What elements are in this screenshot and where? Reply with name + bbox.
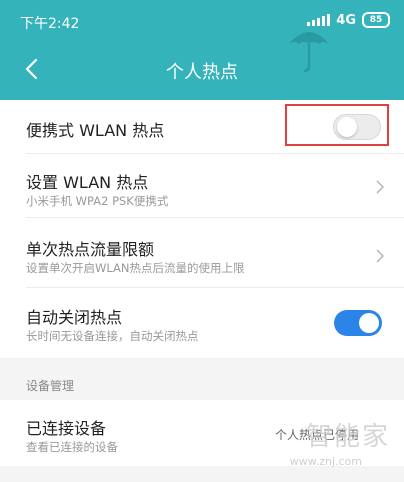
setup-hotspot-subtitle: 小米手机 WPA2 PSK便携式 [26,194,169,208]
setup-hotspot-row[interactable]: 设置 WLAN 热点 小米手机 WPA2 PSK便携式 [0,154,404,218]
connected-devices-subtitle: 查看已连接的设备 [26,440,118,454]
network-type: 4G [336,12,356,28]
status-time: 下午2:42 [20,16,80,32]
battery-icon: 85 [362,12,390,28]
auto-close-toggle[interactable] [334,310,382,336]
auto-close-row[interactable]: 自动关闭热点 长时间无设备连接，自动关闭热点 [0,288,404,358]
app-header: 下午2:42 4G 85 个人热点 [0,0,404,100]
auto-close-subtitle: 长时间无设备连接，自动关闭热点 [26,329,199,343]
section-label-device-management: 设备管理 [26,379,75,393]
portable-hotspot-label: 便携式 WLAN 热点 [26,121,165,140]
connected-devices-label: 已连接设备 [26,419,107,438]
toggle-knob [359,313,379,333]
data-limit-row[interactable]: 单次热点流量限额 设置单次开启WLAN热点后流量的使用上限 [0,218,404,288]
chevron-right-icon [376,249,385,263]
auto-close-label: 自动关闭热点 [26,308,123,327]
battery-level: 85 [369,15,383,25]
status-bar: 下午2:42 4G 85 [0,0,404,40]
page-title: 个人热点 [166,62,238,83]
watermark-url: www.znj.com [289,455,362,468]
highlight-box [285,104,389,146]
data-limit-label: 单次热点流量限额 [26,240,155,259]
watermark-logo: 智能家 [305,422,390,452]
setup-hotspot-label: 设置 WLAN 热点 [26,173,149,192]
chevron-right-icon [376,180,385,194]
data-limit-subtitle: 设置单次开启WLAN热点后流量的使用上限 [26,261,245,275]
